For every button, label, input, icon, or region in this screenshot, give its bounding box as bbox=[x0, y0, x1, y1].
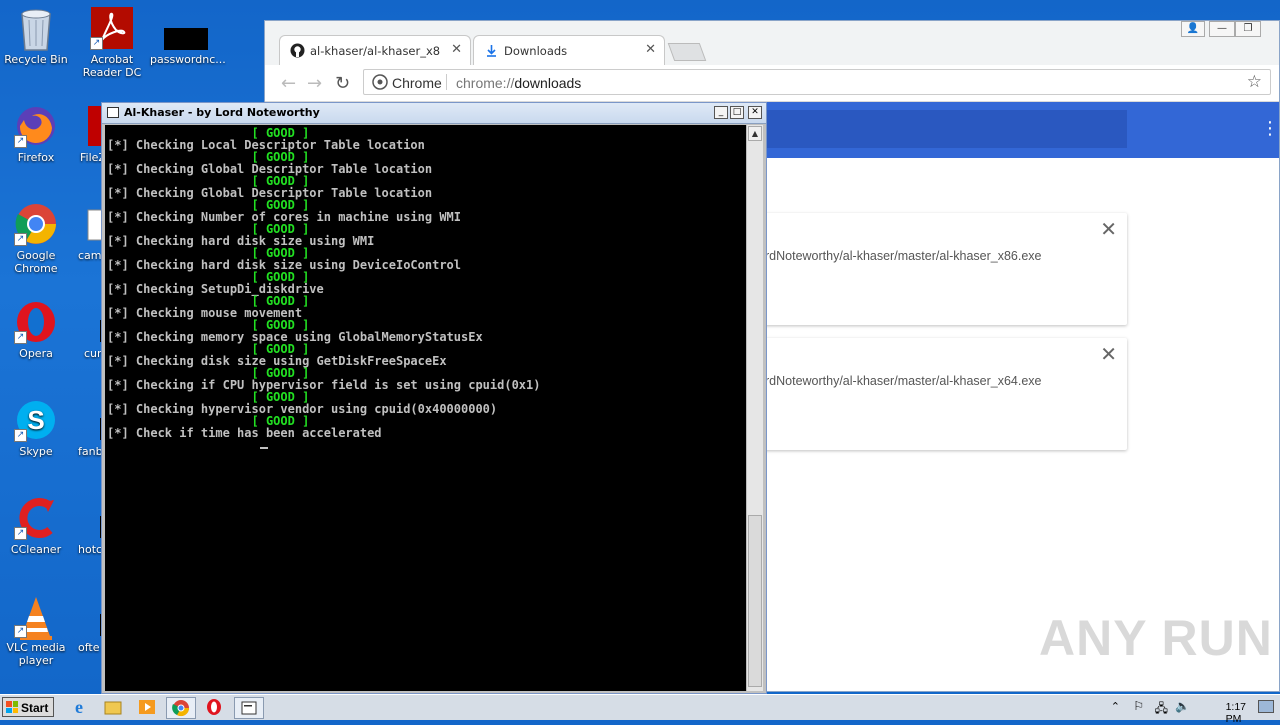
ccleaner-icon: ↗ bbox=[14, 496, 58, 540]
close-button[interactable]: ✕ bbox=[748, 106, 762, 119]
back-icon[interactable]: ← bbox=[281, 73, 296, 94]
chrome-toolbar: ← → ↻ Chrome chrome://downloads ☆ bbox=[265, 65, 1279, 102]
chrome-logo-icon bbox=[372, 74, 388, 93]
console-icon bbox=[107, 107, 119, 118]
chrome-taskbar-button[interactable] bbox=[166, 697, 196, 719]
svg-text:S: S bbox=[27, 405, 44, 435]
scroll-up-icon[interactable]: ▲ bbox=[748, 126, 762, 141]
start-button[interactable]: Start bbox=[2, 697, 54, 717]
desktop-icon-vlc[interactable]: ↗ VLC media player bbox=[0, 594, 72, 667]
tab-al-khaser[interactable]: al-khaser/al-khaser_x86.exe ✕ bbox=[279, 35, 471, 65]
svg-text:e: e bbox=[75, 697, 83, 717]
url-text: chrome://downloads bbox=[456, 75, 581, 91]
clock[interactable]: 1:17 PM bbox=[1226, 701, 1246, 725]
security-chip: Chrome bbox=[392, 75, 442, 91]
desktop-icon-recycle-bin[interactable]: Recycle Bin bbox=[0, 6, 72, 66]
download-link[interactable]: rdNoteworthy/al-khaser/master/al-khaser_… bbox=[765, 249, 1042, 263]
desktop-icon-label: Firefox bbox=[17, 151, 55, 164]
file-icon bbox=[164, 6, 208, 50]
url-scheme: chrome:// bbox=[456, 75, 515, 91]
shortcut-arrow-icon: ↗ bbox=[14, 429, 27, 442]
close-icon[interactable]: ✕ bbox=[1100, 342, 1117, 366]
recycle-bin-icon bbox=[14, 6, 58, 51]
menu-icon[interactable]: ⋮ bbox=[1261, 118, 1279, 139]
divider bbox=[446, 74, 447, 90]
window-title: Al-Khaser - by Lord Noteworthy bbox=[124, 106, 320, 119]
volume-icon[interactable]: 🔈 bbox=[1175, 699, 1190, 713]
console-output[interactable]: [ GOOD ] [*] Checking Local Descriptor Ta… bbox=[105, 125, 746, 691]
desktop-icon-ccleaner[interactable]: ↗ CCleaner bbox=[0, 496, 72, 556]
desktop-icon-label: Skype bbox=[19, 445, 53, 458]
opera-icon[interactable] bbox=[200, 697, 228, 717]
maximize-button[interactable]: ❐ bbox=[1235, 21, 1261, 37]
shortcut-arrow-icon: ↗ bbox=[14, 135, 27, 148]
desktop-icon-firefox[interactable]: ↗ Firefox bbox=[0, 104, 72, 164]
shortcut-arrow-icon: ↗ bbox=[14, 331, 27, 344]
desktop-icon-label: VLC media player bbox=[6, 641, 66, 667]
reload-icon[interactable]: ↻ bbox=[335, 73, 350, 94]
opera-icon: ↗ bbox=[14, 300, 58, 344]
desktop-icon-skype[interactable]: S ↗ Skype bbox=[0, 398, 72, 458]
minimize-button[interactable]: — bbox=[1209, 21, 1235, 37]
scroll-thumb[interactable] bbox=[748, 515, 762, 687]
console-taskbar-button[interactable] bbox=[234, 697, 264, 719]
taskbar: Start e ⌃ ⚐ 🖧 🔈 1:17 PM bbox=[0, 694, 1280, 725]
desktop-icon-label: Acrobat Reader DC bbox=[82, 53, 142, 79]
download-icon bbox=[484, 43, 499, 58]
desktop-icon-acrobat[interactable]: ↗ Acrobat Reader DC bbox=[76, 6, 148, 79]
text-cursor bbox=[260, 447, 268, 449]
chrome-tab-strip: al-khaser/al-khaser_x86.exe ✕ Downloads … bbox=[265, 21, 1279, 65]
start-label: Start bbox=[21, 701, 49, 715]
shortcut-arrow-icon: ↗ bbox=[14, 527, 27, 540]
new-tab-button[interactable] bbox=[667, 43, 707, 61]
acrobat-icon: ↗ bbox=[90, 6, 134, 50]
chrome-icon: ↗ bbox=[14, 202, 58, 246]
shortcut-arrow-icon: ↗ bbox=[14, 625, 27, 638]
forward-icon[interactable]: → bbox=[307, 73, 322, 94]
skype-icon: S ↗ bbox=[14, 398, 58, 442]
desktop-icon-passwordnc[interactable]: passwordnc... bbox=[150, 6, 226, 66]
console-title-bar[interactable]: Al-Khaser - by Lord Noteworthy _ □ ✕ bbox=[102, 103, 766, 124]
github-icon bbox=[290, 43, 305, 58]
close-icon[interactable]: ✕ bbox=[645, 42, 656, 57]
console-window: Al-Khaser - by Lord Noteworthy _ □ ✕ [ G… bbox=[101, 102, 767, 694]
url-path: downloads bbox=[514, 75, 582, 91]
explorer-icon[interactable] bbox=[102, 697, 130, 717]
media-player-icon[interactable] bbox=[136, 697, 164, 717]
shortcut-arrow-icon: ↗ bbox=[14, 233, 27, 246]
download-link[interactable]: rdNoteworthy/al-khaser/master/al-khaser_… bbox=[765, 374, 1042, 388]
tab-title: al-khaser/al-khaser_x86.exe bbox=[310, 44, 440, 58]
address-bar[interactable]: Chrome chrome://downloads ☆ bbox=[363, 69, 1271, 95]
desktop-icon-label: Google Chrome bbox=[14, 249, 58, 275]
shortcut-arrow-icon: ↗ bbox=[90, 37, 103, 50]
show-desktop-icon[interactable] bbox=[1258, 700, 1274, 713]
bookmark-star-icon[interactable]: ☆ bbox=[1247, 72, 1262, 92]
scrollbar[interactable]: ▲ bbox=[746, 125, 763, 691]
network-icon[interactable]: 🖧 bbox=[1155, 699, 1168, 720]
vlc-icon: ↗ bbox=[14, 594, 58, 640]
desktop-icon-label: Recycle Bin bbox=[4, 53, 68, 66]
firefox-icon: ↗ bbox=[14, 104, 58, 148]
user-icon[interactable]: 👤 bbox=[1181, 21, 1205, 37]
flag-icon[interactable]: ⚐ bbox=[1133, 699, 1144, 713]
desktop-icon-label: Opera bbox=[19, 347, 53, 360]
watermark: ANY RUN bbox=[1039, 610, 1273, 666]
desktop-icon-chrome[interactable]: ↗ Google Chrome bbox=[0, 202, 72, 275]
close-icon[interactable]: ✕ bbox=[451, 42, 462, 57]
chevron-up-icon[interactable]: ⌃ bbox=[1111, 700, 1120, 713]
minimize-button[interactable]: _ bbox=[714, 106, 728, 119]
desktop-icon-opera[interactable]: ↗ Opera bbox=[0, 300, 72, 360]
close-icon[interactable]: ✕ bbox=[1100, 217, 1117, 241]
tab-title: Downloads bbox=[504, 44, 568, 58]
ie-icon[interactable]: e bbox=[68, 697, 96, 717]
maximize-button[interactable]: □ bbox=[730, 106, 744, 119]
desktop-icon-label: CCleaner bbox=[10, 543, 62, 556]
windows-logo-icon bbox=[6, 701, 18, 713]
console-line: [*] Check if time has been accelerated bbox=[107, 426, 382, 440]
tab-downloads[interactable]: Downloads ✕ bbox=[473, 35, 665, 65]
desktop-icon-label: passwordnc... bbox=[150, 53, 226, 66]
